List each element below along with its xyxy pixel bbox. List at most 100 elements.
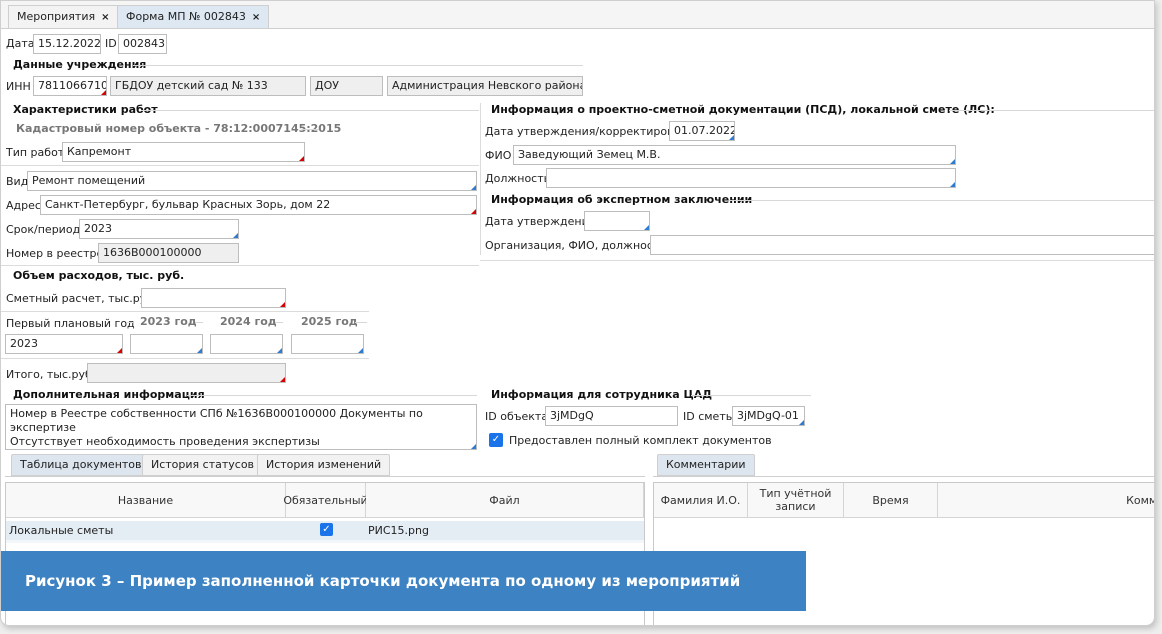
- address-field[interactable]: Санкт-Петербург, бульвар Красных Зорь, д…: [40, 195, 477, 215]
- year-2025-field[interactable]: [291, 334, 364, 354]
- first-year-label: Первый плановый год: [6, 317, 135, 330]
- year-2023-heading: 2023 год: [140, 315, 197, 328]
- year-2024-heading: 2024 год: [220, 315, 277, 328]
- estimate-label: Сметный расчет, тыс.руб.: [6, 292, 157, 305]
- column-header-required[interactable]: Обязательный: [283, 483, 368, 517]
- column-header-fio[interactable]: Фамилия И.О.: [654, 483, 748, 517]
- divider: [301, 129, 319, 130]
- inn-label: ИНН: [6, 80, 31, 93]
- expert-approval-field[interactable]: [584, 211, 650, 231]
- work-type-label: Тип работ: [6, 146, 65, 159]
- address-label: Адрес: [6, 199, 41, 212]
- header-bottom-border: [6, 517, 644, 518]
- psd-position-field[interactable]: [546, 168, 956, 188]
- column-header-comment-label: Комме: [1126, 493, 1154, 507]
- table-row[interactable]: Локальные сметы ✓ РИС15.png: [6, 521, 644, 540]
- tab-form-label: Форма МП № 002843: [126, 10, 246, 23]
- vertical-divider: [480, 103, 481, 255]
- expert-org-label: Организация, ФИО, должность: [485, 239, 666, 252]
- cadastral-number: Кадастровый номер объекта - 78:12:000714…: [16, 122, 342, 135]
- close-icon[interactable]: ×: [101, 12, 109, 23]
- column-header-time[interactable]: Время: [844, 483, 938, 517]
- psd-fio-field[interactable]: Заведующий Земец М.В.: [513, 145, 956, 165]
- first-year-field[interactable]: 2023: [5, 334, 123, 354]
- tab-status-history[interactable]: История статусов: [142, 454, 264, 476]
- divider: [355, 322, 367, 323]
- registry-label: Номер в реестре: [6, 247, 104, 260]
- tab-documents-table[interactable]: Таблица документов: [11, 454, 151, 476]
- estimate-id-label: ID сметы: [683, 410, 735, 423]
- table-row: [6, 540, 644, 543]
- divider: [187, 395, 477, 396]
- year-2025-heading: 2025 год: [301, 315, 358, 328]
- required-checkbox[interactable]: ✓: [320, 523, 333, 536]
- object-id-label: ID объекта: [485, 410, 549, 423]
- period-field[interactable]: 2023: [79, 219, 239, 239]
- kind-label: Вид: [6, 175, 29, 188]
- tab-change-history[interactable]: История изменений: [257, 454, 391, 476]
- estimate-field[interactable]: [141, 288, 286, 308]
- header-bottom-border: [654, 517, 1154, 518]
- period-label: Срок/период: [6, 223, 81, 236]
- additional-text-line: Номер в Реестре собственности СПб №1636B…: [10, 407, 423, 434]
- additional-text-line: Отсутствует необходимость проведения экс…: [10, 435, 320, 448]
- psd-approval-field[interactable]: 01.07.2022: [669, 121, 735, 141]
- registry-field: 1636B000100000: [98, 243, 239, 263]
- divider: [949, 110, 1154, 111]
- column-header-name[interactable]: Название: [6, 483, 286, 517]
- id-field[interactable]: 002843: [118, 34, 167, 54]
- works-section-title: Характеристики работ: [13, 103, 158, 116]
- divider: [653, 476, 1154, 477]
- complete-docs-checkbox[interactable]: ✓: [489, 433, 503, 447]
- object-id-field[interactable]: 3jMDgQ: [545, 406, 678, 426]
- inn-field[interactable]: 7811066710: [33, 76, 107, 96]
- tab-form[interactable]: Форма МП № 002843 ×: [117, 5, 270, 28]
- divider: [127, 322, 133, 323]
- divider: [1, 358, 369, 359]
- institution-name-field: ГБДОУ детский сад № 133: [110, 76, 306, 96]
- institution-section-title: Данные учреждения: [13, 58, 147, 71]
- institution-type-field: ДОУ: [310, 76, 383, 96]
- column-header-account-type[interactable]: Тип учётной записи: [748, 483, 844, 517]
- divider: [5, 476, 645, 477]
- close-icon[interactable]: ×: [252, 12, 260, 23]
- tab-comments[interactable]: Комментарии: [657, 454, 755, 476]
- additional-section-title: Дополнительная информация: [13, 388, 205, 401]
- work-type-field[interactable]: Капремонт: [62, 142, 305, 162]
- column-header-file[interactable]: Файл: [366, 483, 644, 517]
- year-2023-field[interactable]: [130, 334, 203, 354]
- id-label: ID: [105, 37, 117, 50]
- divider: [1, 265, 479, 266]
- divider: [1, 165, 479, 166]
- psd-section-title: Информация о проектно-сметной документац…: [491, 103, 995, 116]
- app-window: Мероприятия × Форма МП № 002843 × Дата 15.…: [0, 0, 1155, 626]
- doc-file-cell[interactable]: РИС15.png: [368, 524, 429, 538]
- kind-field[interactable]: Ремонт помещений: [27, 171, 477, 191]
- psd-approval-label: Дата утверждения/корректировки: [485, 125, 688, 138]
- administration-field: Администрация Невского района: [387, 76, 583, 96]
- expenses-section-title: Объем расходов, тыс. руб.: [13, 269, 185, 282]
- total-field: [87, 363, 286, 383]
- expert-section-title: Информация об экспертном заключении: [491, 193, 753, 206]
- divider: [480, 260, 1154, 261]
- psd-fio-label: ФИО: [485, 149, 512, 162]
- cad-section-title: Информация для сотрудника ЦАД: [491, 388, 713, 401]
- doc-name-cell: Локальные сметы: [9, 524, 114, 537]
- divider: [691, 395, 811, 396]
- expert-org-field[interactable]: [650, 235, 1154, 255]
- expert-approval-label: Дата утверждения: [485, 215, 596, 228]
- year-2024-field[interactable]: [210, 334, 283, 354]
- additional-text-area[interactable]: Номер в Реестре собственности СПб №1636B…: [5, 404, 477, 450]
- column-header-comment[interactable]: Комме: [938, 483, 1154, 517]
- tab-events[interactable]: Мероприятия ×: [8, 5, 119, 28]
- psd-position-label: Должность: [485, 172, 551, 185]
- divider: [195, 322, 203, 323]
- divider: [1, 311, 369, 312]
- date-label: Дата: [6, 37, 35, 50]
- divider: [133, 65, 583, 66]
- estimate-id-field[interactable]: 3jMDgQ-01: [732, 406, 805, 426]
- complete-docs-label: Предоставлен полный комплект документов: [509, 434, 772, 447]
- tab-events-label: Мероприятия: [17, 10, 96, 23]
- date-field[interactable]: 15.12.2022: [33, 34, 101, 54]
- divider: [729, 200, 1154, 201]
